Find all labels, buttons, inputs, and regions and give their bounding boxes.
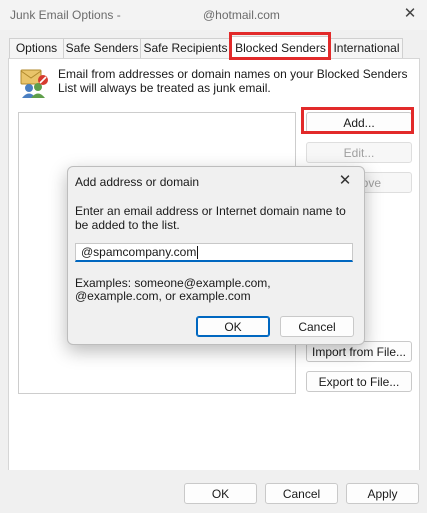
window-title-account: @hotmail.com: [203, 8, 280, 22]
export-to-file-button[interactable]: Export to File...: [306, 371, 412, 392]
tab-international[interactable]: International: [330, 38, 403, 58]
dialog-cancel-button[interactable]: Cancel: [280, 316, 354, 337]
title-bar: Junk Email Options - @hotmail.com ✕: [0, 0, 427, 30]
cancel-button[interactable]: Cancel: [265, 483, 338, 504]
add-button[interactable]: Add...: [306, 112, 412, 133]
window-title: Junk Email Options -: [10, 8, 121, 22]
tab-options[interactable]: Options: [9, 38, 64, 58]
blocked-senders-icon: [20, 69, 48, 98]
address-input-value: @spamcompany.com: [81, 245, 197, 259]
dialog-examples: Examples: someone@example.com, @example.…: [75, 276, 271, 303]
tab-safe-recipients[interactable]: Safe Recipients: [140, 38, 231, 58]
blocked-senders-description: Email from addresses or domain names on …: [58, 67, 408, 95]
dialog-ok-button[interactable]: OK: [196, 316, 270, 337]
footer-bar: OK Cancel Apply: [0, 470, 427, 513]
add-address-dialog: Add address or domain ✕ Enter an email a…: [67, 166, 365, 345]
text-caret: [197, 246, 199, 260]
edit-button[interactable]: Edit...: [306, 142, 412, 163]
dialog-title: Add address or domain: [75, 175, 200, 189]
dialog-prompt: Enter an email address or Internet domai…: [75, 204, 346, 232]
tab-safe-senders[interactable]: Safe Senders: [63, 38, 141, 58]
apply-button[interactable]: Apply: [346, 483, 419, 504]
tab-blocked-senders[interactable]: Blocked Senders: [230, 36, 331, 60]
ok-button[interactable]: OK: [184, 483, 257, 504]
address-input[interactable]: @spamcompany.com: [75, 243, 353, 262]
dialog-close-icon[interactable]: ✕: [335, 171, 355, 191]
window-close-icon[interactable]: ✕: [400, 4, 420, 24]
